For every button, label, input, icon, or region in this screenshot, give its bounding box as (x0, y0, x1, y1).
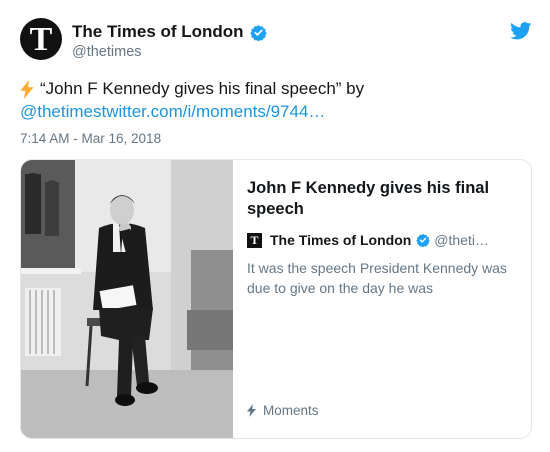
account-name[interactable]: The Times of London (72, 22, 244, 42)
tweet-timestamp[interactable]: 7:14 AM - Mar 16, 2018 (20, 131, 161, 146)
moments-label: Moments (263, 403, 319, 418)
lightning-bolt-icon (247, 404, 256, 417)
moment-link[interactable]: @thetimestwitter.com/i/moments/9744… (20, 102, 325, 122)
account-handle[interactable]: @thetimes (72, 44, 142, 60)
avatar[interactable]: T (20, 18, 62, 60)
source-name: The Times of London (270, 232, 412, 248)
lightning-bolt-icon (20, 79, 34, 99)
card-description: It was the speech President Kennedy was … (247, 260, 507, 296)
card-title[interactable]: John F Kennedy gives his final speech (247, 178, 517, 220)
card-footer: Moments (247, 403, 319, 418)
card-source: T The Times of London @theti… (247, 232, 517, 248)
verified-badge-icon (416, 233, 431, 247)
tweet-text: “John F Kennedy gives his final speech” … (20, 79, 364, 99)
source-logo: T (247, 232, 262, 248)
moment-card[interactable]: John F Kennedy gives his final speech T … (20, 159, 532, 439)
verified-badge-icon (249, 24, 267, 41)
source-handle: @theti… (434, 232, 489, 248)
tweet-text-line: “John F Kennedy gives his final speech” … (40, 79, 365, 98)
card-body: John F Kennedy gives his final speech T … (233, 160, 531, 438)
account-name-row[interactable]: The Times of London (72, 22, 267, 42)
twitter-bird-icon[interactable] (510, 22, 532, 45)
card-photo (21, 160, 233, 438)
tweet-embed: T The Times of London @thetimes “John F … (0, 0, 550, 452)
avatar-letter: T (29, 21, 53, 58)
